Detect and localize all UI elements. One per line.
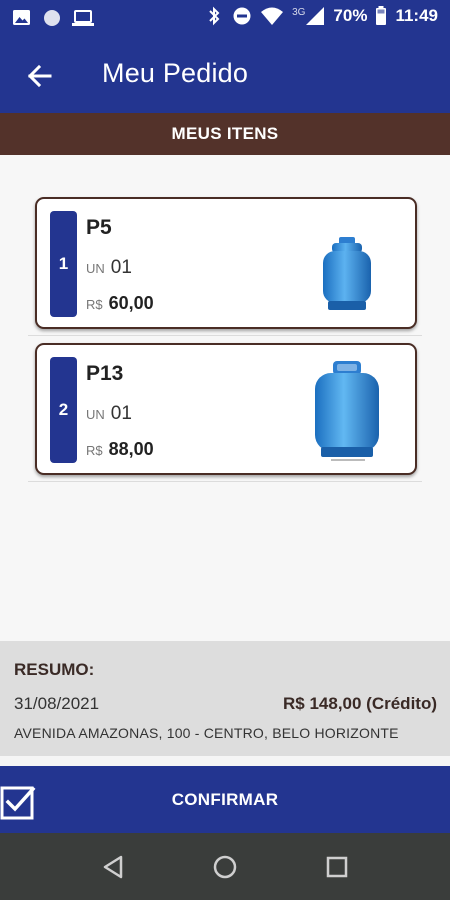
unit-value: 01: [110, 403, 132, 424]
status-left-icons: [12, 8, 94, 28]
confirm-button[interactable]: CONFIRMAR: [0, 766, 450, 833]
price-value: 60,00: [108, 293, 154, 313]
app-bar: Meu Pedido: [0, 37, 450, 113]
page-title: Meu Pedido: [102, 58, 249, 88]
currency-label: R$: [86, 297, 103, 312]
order-item-card[interactable]: 1 P5 UN 01 R$ 60,00: [35, 197, 417, 329]
order-total: R$ 148,00 (Crédito): [283, 694, 437, 713]
gas-cylinder-small-image: [323, 237, 371, 310]
order-date: 31/08/2021: [14, 694, 100, 713]
summary-title: RESUMO:: [14, 660, 95, 679]
gas-cylinder-large-image: [315, 361, 379, 461]
item-name: P13: [86, 362, 124, 385]
item-price: R$ 88,00: [86, 439, 154, 460]
image-icon: [13, 10, 30, 25]
home-circle-icon[interactable]: [211, 853, 239, 881]
unit-value: 01: [110, 257, 132, 278]
back-button[interactable]: [18, 55, 60, 97]
recents-square-icon[interactable]: [323, 853, 351, 881]
order-item-card[interactable]: 2 P13 UN 01 R$ 88,00: [35, 343, 417, 475]
currency-label: R$: [86, 443, 103, 458]
item-quantity: UN 01: [86, 257, 132, 279]
status-bar: 3G 70% 11:49: [0, 0, 450, 37]
list-divider: [28, 481, 422, 482]
item-price: R$ 60,00: [86, 293, 154, 314]
section-header: MEUS ITENS: [0, 113, 450, 155]
item-index-badge: 2: [50, 357, 77, 463]
circle-icon: [44, 10, 60, 26]
unit-label: UN: [86, 407, 105, 422]
item-name: P5: [86, 216, 112, 239]
items-list: 1 P5 UN 01 R$ 60,00 2 P13 UN 01 R$ 88,00: [0, 155, 450, 641]
do-not-disturb-icon: [233, 7, 251, 25]
order-summary: RESUMO: 31/08/2021 R$ 148,00 (Crédito) A…: [0, 641, 450, 756]
list-divider: [28, 335, 422, 336]
item-quantity: UN 01: [86, 403, 132, 425]
confirm-label: CONFIRMAR: [171, 790, 279, 809]
back-triangle-icon[interactable]: [99, 853, 127, 881]
bluetooth-icon: [209, 6, 220, 26]
arrow-left-icon: [27, 64, 52, 88]
signal-icon: [306, 7, 325, 25]
system-nav-bar: [0, 833, 450, 900]
status-right: 3G 70% 11:49: [204, 6, 438, 26]
network-type: 3G: [292, 6, 306, 18]
unit-label: UN: [86, 261, 105, 276]
battery-icon: [376, 6, 387, 25]
delivery-address: AVENIDA AMAZONAS, 100 - CENTRO, BELO HOR…: [14, 725, 399, 741]
battery-percent: 70%: [333, 6, 368, 25]
wifi-icon: [261, 7, 284, 25]
clock: 11:49: [395, 6, 438, 25]
price-value: 88,00: [108, 439, 154, 459]
item-index-badge: 1: [50, 211, 77, 317]
laptop-icon: [72, 10, 94, 26]
